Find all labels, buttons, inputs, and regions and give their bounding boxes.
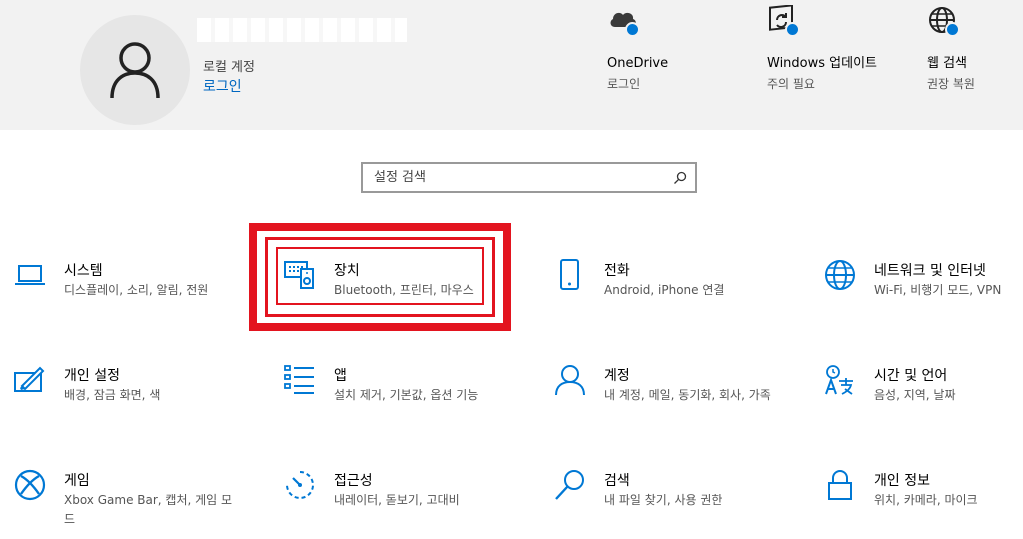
category-description: Xbox Game Bar, 캡처, 게임 모드: [64, 493, 233, 526]
account-type: 로컬 계정: [203, 60, 255, 75]
category-search[interactable]: 검색 내 파일 찾기, 사용 권한: [554, 469, 794, 529]
category-description: 내 파일 찾기, 사용 권한: [604, 493, 723, 507]
status-dot: [945, 22, 960, 37]
category-privacy[interactable]: 개인 정보 위치, 카메라, 마이크: [824, 469, 1019, 529]
lock-icon: [824, 469, 858, 503]
category-title: 게임: [64, 473, 90, 489]
accessibility-timer-icon: [284, 469, 318, 503]
globe-icon: [824, 259, 858, 293]
search-magnifier-icon: [554, 469, 588, 503]
header-item-onedrive[interactable]: OneDrive 로그인: [607, 5, 757, 93]
header-item-subtitle: 주의 필요: [767, 77, 815, 91]
category-system[interactable]: 시스템 디스플레이, 소리, 알림, 전원: [14, 259, 254, 319]
search-input[interactable]: [363, 164, 673, 191]
language-icon: [824, 364, 858, 398]
category-time-language[interactable]: 시간 및 언어 음성, 지역, 날짜: [824, 364, 1019, 424]
category-phone[interactable]: 전화 Android, iPhone 연결: [554, 259, 794, 319]
settings-home: 로컬 계정 로그인 OneDrive 로그인 Windows 업데이트 주의 필…: [0, 0, 1023, 539]
category-personalization[interactable]: 개인 설정 배경, 잠금 화면, 색: [14, 364, 254, 424]
apps-list-icon: [284, 364, 318, 398]
devices-icon: [284, 259, 318, 293]
status-dot: [785, 22, 800, 37]
category-apps[interactable]: 앱 설치 제거, 기본값, 옵션 기능: [284, 364, 524, 424]
header-item-windows-update[interactable]: Windows 업데이트 주의 필요: [767, 4, 917, 93]
category-description: Wi-Fi, 비행기 모드, VPN: [874, 283, 1002, 297]
category-title: 장치: [334, 263, 360, 279]
settings-search-box[interactable]: [361, 162, 697, 193]
category-title: 전화: [604, 263, 630, 279]
laptop-icon: [14, 259, 48, 293]
category-title: 접근성: [334, 473, 373, 489]
header-item-web-search[interactable]: 웹 검색 권장 복원: [927, 5, 1017, 93]
category-description: Android, iPhone 연결: [604, 283, 725, 297]
category-title: 검색: [604, 473, 630, 489]
xbox-icon: [14, 469, 48, 503]
header-item-title: 웹 검색: [927, 56, 968, 71]
account-name-redacted: [197, 18, 407, 42]
category-title: 개인 정보: [874, 473, 930, 489]
category-title: 시간 및 언어: [874, 368, 948, 384]
personalization-icon: [14, 364, 48, 398]
category-description: 배경, 잠금 화면, 색: [64, 388, 161, 402]
user-icon: [110, 42, 160, 99]
status-dot: [625, 22, 640, 37]
header-item-title: Windows 업데이트: [767, 56, 878, 71]
category-devices[interactable]: 장치 Bluetooth, 프린터, 마우스: [284, 259, 524, 319]
globe-icon: [927, 5, 963, 41]
header-item-subtitle: 로그인: [607, 77, 641, 91]
category-description: 내레이터, 돋보기, 고대비: [334, 493, 460, 507]
account-header: 로컬 계정 로그인 OneDrive 로그인 Windows 업데이트 주의 필…: [0, 0, 1023, 130]
header-item-subtitle: 권장 복원: [927, 77, 975, 91]
category-description: 음성, 지역, 날짜: [874, 388, 956, 402]
category-title: 네트워크 및 인터넷: [874, 263, 986, 279]
category-accessibility[interactable]: 접근성 내레이터, 돋보기, 고대비: [284, 469, 524, 529]
person-icon: [554, 364, 588, 398]
category-title: 계정: [604, 368, 630, 384]
category-title: 개인 설정: [64, 368, 120, 384]
category-description: 설치 제거, 기본값, 옵션 기능: [334, 388, 479, 402]
category-gaming[interactable]: 게임 Xbox Game Bar, 캡처, 게임 모드: [14, 469, 254, 529]
category-accounts[interactable]: 계정 내 계정, 메일, 동기화, 회사, 가족: [554, 364, 794, 424]
category-description: 위치, 카메라, 마이크: [874, 493, 978, 507]
cloud-icon: [607, 5, 643, 41]
category-description: 내 계정, 메일, 동기화, 회사, 가족: [604, 388, 771, 402]
category-description: Bluetooth, 프린터, 마우스: [334, 283, 474, 297]
search-icon[interactable]: [673, 171, 687, 185]
avatar[interactable]: [80, 15, 190, 125]
category-title: 시스템: [64, 263, 103, 279]
category-title: 앱: [334, 368, 347, 384]
category-description: 디스플레이, 소리, 알림, 전원: [64, 283, 209, 297]
category-network[interactable]: 네트워크 및 인터넷 Wi-Fi, 비행기 모드, VPN: [824, 259, 1019, 319]
windows-update-icon: [767, 4, 803, 41]
phone-icon: [554, 259, 588, 293]
signin-link[interactable]: 로그인: [203, 76, 242, 96]
header-item-title: OneDrive: [607, 56, 669, 71]
